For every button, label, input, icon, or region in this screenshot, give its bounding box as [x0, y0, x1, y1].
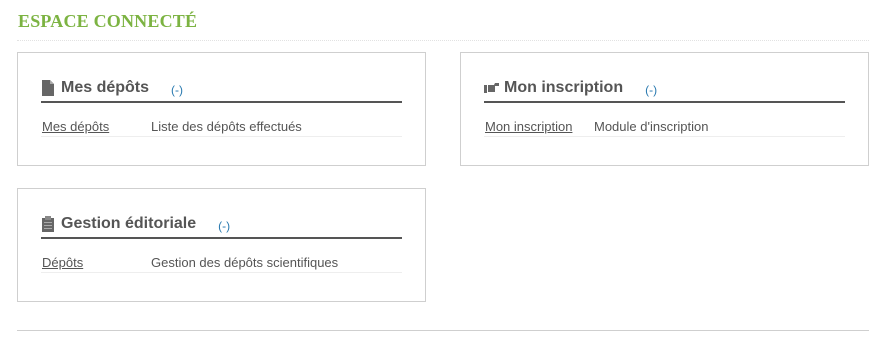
- item-description: Gestion des dépôts scientifiques: [151, 255, 339, 270]
- mes-depots-link[interactable]: Mes dépôts: [42, 119, 109, 134]
- list-item: Mon inscription Module d'inscription: [484, 118, 845, 137]
- card-header: Mes dépôts (-): [41, 75, 402, 103]
- card-mes-depots: Mes dépôts (-) Mes dépôts Liste des dépô…: [17, 52, 426, 166]
- card-title: Gestion éditoriale: [61, 215, 197, 232]
- list-item: Dépôts Gestion des dépôts scientifiques: [41, 254, 402, 273]
- card-header: Gestion éditoriale (-): [41, 211, 402, 239]
- footer-divider: [17, 330, 869, 331]
- item-description: Liste des dépôts effectués: [151, 119, 302, 134]
- list-item: Mes dépôts Liste des dépôts effectués: [41, 118, 402, 137]
- card-title: Mon inscription: [504, 79, 624, 96]
- clipboard-icon: [41, 216, 57, 232]
- collapse-toggle[interactable]: (-): [218, 219, 230, 233]
- title-divider: [17, 40, 869, 41]
- mon-inscription-link[interactable]: Mon inscription: [485, 119, 572, 134]
- pointing-hand-icon: [484, 80, 500, 96]
- item-description: Module d'inscription: [594, 119, 709, 134]
- card-mon-inscription: Mon inscription (-) Mon inscription Modu…: [460, 52, 869, 166]
- page-title: ESPACE CONNECTÉ: [18, 11, 198, 31]
- card-title: Mes dépôts: [61, 79, 150, 96]
- collapse-toggle[interactable]: (-): [645, 83, 657, 97]
- card-header: Mon inscription (-): [484, 75, 845, 103]
- collapse-toggle[interactable]: (-): [171, 83, 183, 97]
- depots-link[interactable]: Dépôts: [42, 255, 83, 270]
- card-gestion-editoriale: Gestion éditoriale (-) Dépôts Gestion de…: [17, 188, 426, 302]
- document-icon: [41, 80, 57, 96]
